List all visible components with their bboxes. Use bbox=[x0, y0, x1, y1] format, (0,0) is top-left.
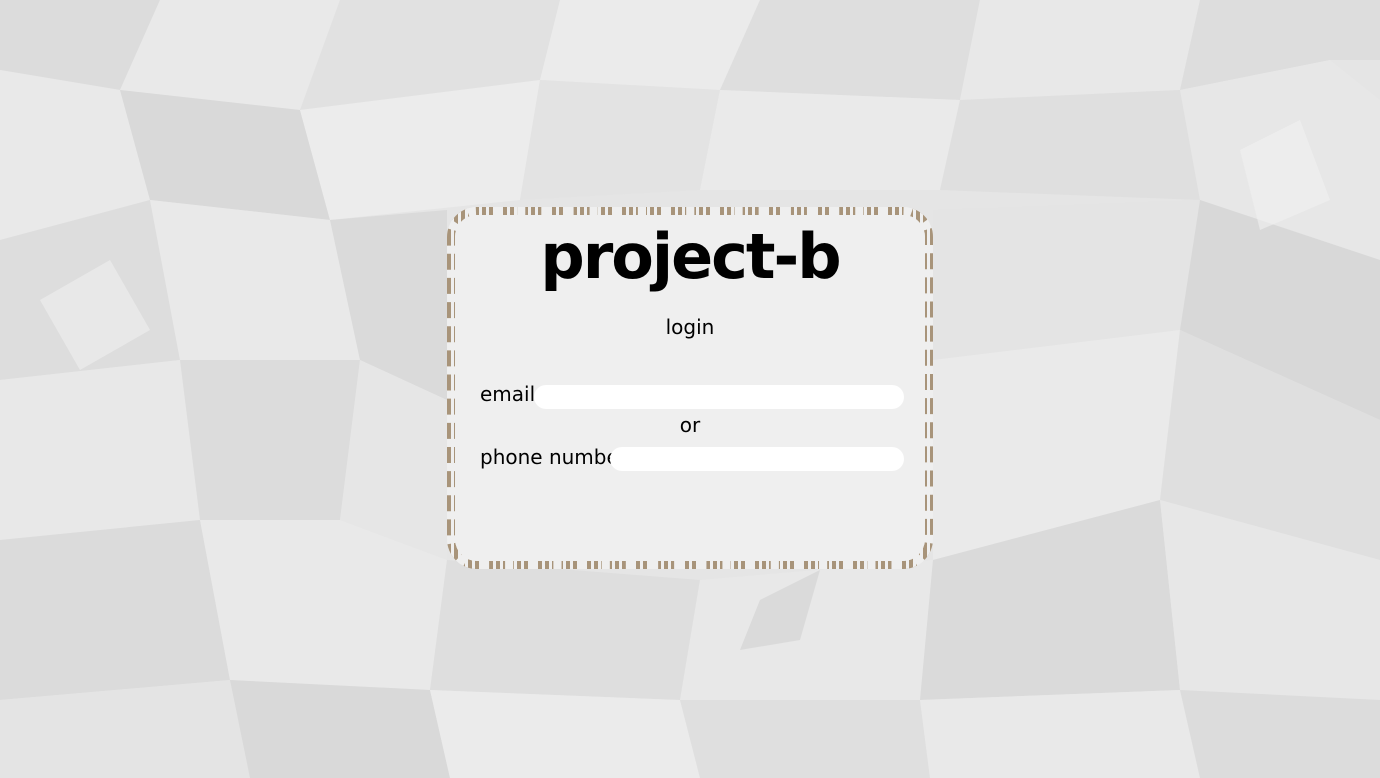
login-card-body: project-b login email or phone number bbox=[455, 215, 925, 561]
login-heading: login bbox=[665, 315, 715, 339]
email-input[interactable] bbox=[534, 385, 904, 409]
brand-logo-text: project-b bbox=[540, 220, 841, 293]
phone-number-input[interactable] bbox=[610, 447, 904, 471]
phone-number-label: phone number bbox=[480, 445, 628, 469]
email-label: email bbox=[480, 382, 536, 406]
or-separator: or bbox=[679, 413, 701, 437]
login-card: project-b login email or phone number bbox=[447, 207, 933, 569]
